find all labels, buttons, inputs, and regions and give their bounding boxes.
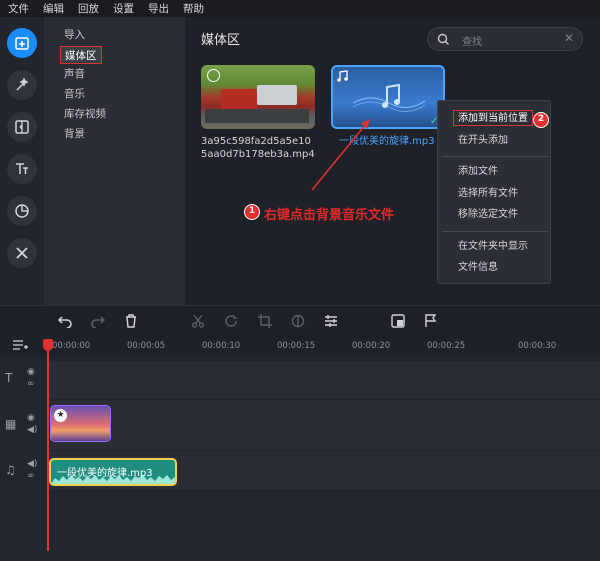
crop-icon[interactable] [258, 314, 272, 328]
add-track-icon[interactable] [13, 339, 29, 351]
volume-icon[interactable]: ◀) [27, 459, 37, 469]
menu-item-show-in-folder[interactable]: 在文件夹中显示 [458, 239, 528, 255]
cut-icon[interactable] [191, 314, 205, 328]
text-track-icon: T [5, 371, 13, 385]
menu-item-add-at-start[interactable]: 在开头添加 [458, 133, 508, 149]
menu-item-remove-selected[interactable]: 移除选定文件 [458, 207, 518, 223]
context-menu: 添加到当前位置 在开头添加 添加文件 选择所有文件 移除选定文件 在文件夹中显示… [437, 100, 551, 284]
undo-icon[interactable] [57, 314, 73, 328]
audio-clip[interactable]: 一段优美的旋律.mp3 [49, 458, 177, 486]
tick-label: 00:00:10 [202, 341, 241, 351]
star-icon: ★ [54, 409, 67, 422]
tick-label: 00:00:25 [427, 341, 466, 351]
timeline-toolbar [0, 305, 600, 335]
video-track[interactable] [48, 400, 600, 450]
delete-icon[interactable] [124, 314, 138, 328]
timeline-ruler[interactable]: 00:00:00 00:00:05 00:00:10 00:00:15 00:0… [0, 335, 600, 355]
tick-label: 00:00:00 [52, 341, 91, 351]
playhead[interactable] [47, 339, 49, 551]
link-icon[interactable]: ∞ [27, 471, 35, 481]
menu-item-add-file[interactable]: 添加文件 [458, 164, 498, 180]
pip-icon[interactable] [391, 314, 405, 328]
title-track[interactable] [48, 361, 600, 399]
eye-icon[interactable]: ◉ [27, 413, 35, 423]
marker-flag-icon[interactable] [424, 314, 438, 328]
menu-separator [442, 156, 548, 157]
rotate-icon[interactable] [224, 314, 238, 328]
link-icon[interactable]: ∞ [27, 379, 35, 389]
menu-separator [442, 231, 548, 232]
menu-item-add-at-current-position[interactable]: 添加到当前位置 [453, 110, 533, 126]
step-1-badge: 1 [244, 204, 260, 220]
audio-clip-label: 一段优美的旋律.mp3 [57, 468, 153, 479]
clip-properties-icon[interactable] [324, 314, 338, 328]
tick-label: 00:00:05 [127, 341, 166, 351]
redo-icon[interactable] [90, 314, 106, 328]
menu-item-file-info[interactable]: 文件信息 [458, 260, 498, 276]
eye-icon[interactable]: ◉ [27, 367, 35, 377]
tick-label: 00:00:15 [277, 341, 316, 351]
video-track-icon: ▦ [5, 417, 17, 431]
volume-icon[interactable]: ◀) [27, 425, 37, 435]
video-clip[interactable]: ★ [50, 405, 111, 442]
tick-label: 00:00:30 [518, 341, 557, 351]
color-adjust-icon[interactable] [291, 314, 305, 328]
music-track-icon: ♫ [5, 463, 16, 477]
step-2-badge: 2 [533, 112, 549, 128]
tick-label: 00:00:20 [352, 341, 391, 351]
menu-item-select-all[interactable]: 选择所有文件 [458, 186, 518, 202]
annotation-text: 右键点击背景音乐文件 [264, 208, 395, 223]
